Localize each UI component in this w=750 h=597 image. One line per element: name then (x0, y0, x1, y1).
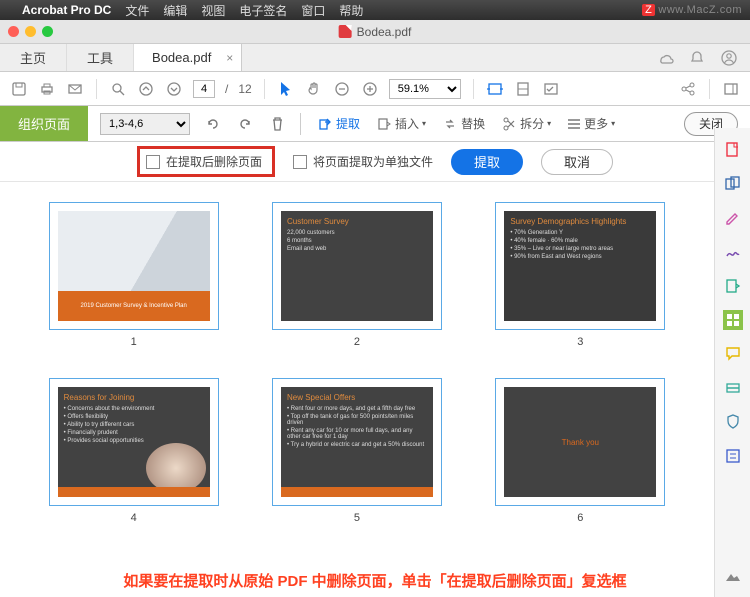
page-down-icon[interactable] (165, 80, 183, 98)
mac-menubar: Acrobat Pro DC 文件 编辑 视图 电子签名 窗口 帮助 Zwww.… (0, 0, 750, 20)
page-range-select[interactable]: 1,3-4,6 (100, 113, 190, 135)
page-number-label: 1 (131, 336, 137, 348)
print-icon[interactable] (38, 80, 56, 98)
comment-icon[interactable] (723, 344, 743, 364)
menu-esign[interactable]: 电子签名 (239, 2, 287, 19)
read-mode-icon[interactable] (542, 80, 560, 98)
page-number-input[interactable] (193, 80, 215, 98)
pdf-file-icon (339, 25, 352, 38)
panel-toggle-icon[interactable] (722, 80, 740, 98)
tab-row: 主页 工具 Bodea.pdf × (0, 44, 750, 72)
extract-options-row: 在提取后删除页面 将页面提取为单独文件 提取 取消 (0, 142, 750, 182)
watermark: Zwww.MacZ.com (642, 4, 742, 16)
page-number-label: 5 (354, 512, 360, 524)
page-number-label: 4 (131, 512, 137, 524)
window-titlebar: Bodea.pdf (0, 20, 750, 44)
organize-pages-icon[interactable] (723, 310, 743, 330)
search-icon[interactable] (109, 80, 127, 98)
tab-home[interactable]: 主页 (0, 44, 67, 71)
replace-action[interactable]: 替换 (436, 113, 491, 134)
delete-after-extract-option[interactable]: 在提取后删除页面 (137, 146, 275, 177)
export-pdf-icon[interactable] (723, 276, 743, 296)
share-icon[interactable] (679, 80, 697, 98)
tab-close-icon[interactable]: × (226, 51, 233, 65)
email-icon[interactable] (66, 80, 84, 98)
window-zoom-icon[interactable] (42, 26, 53, 37)
edit-pdf-icon[interactable] (723, 208, 743, 228)
window-minimize-icon[interactable] (25, 26, 36, 37)
menu-edit[interactable]: 编辑 (163, 2, 187, 19)
menu-window[interactable]: 窗口 (301, 2, 325, 19)
window-close-icon[interactable] (8, 26, 19, 37)
menu-file[interactable]: 文件 (125, 2, 149, 19)
hand-tool-icon[interactable] (305, 80, 323, 98)
page-sep: / (225, 82, 228, 96)
user-account-icon[interactable] (720, 49, 738, 67)
page-thumbnail[interactable]: Customer Survey22,000 customers6 monthsE… (263, 202, 450, 348)
document-title: Bodea.pdf (357, 25, 412, 39)
cloud-sync-icon[interactable] (656, 49, 674, 67)
page-thumbnail[interactable]: Thank you 6 (487, 378, 674, 524)
cancel-button[interactable]: 取消 (541, 149, 613, 175)
rotate-left-icon[interactable] (204, 115, 222, 133)
rotate-right-icon[interactable] (236, 115, 254, 133)
extract-action[interactable]: 提取 (311, 113, 366, 134)
pointer-tool-icon[interactable] (277, 80, 295, 98)
separate-files-option[interactable]: 将页面提取为单独文件 (293, 153, 433, 170)
combine-files-icon[interactable] (723, 174, 743, 194)
delete-after-extract-label: 在提取后删除页面 (166, 153, 262, 170)
more-tools-icon[interactable] (723, 567, 743, 587)
separate-files-checkbox[interactable] (293, 155, 307, 169)
right-tools-rail (714, 128, 750, 597)
separate-files-label: 将页面提取为单独文件 (313, 153, 433, 170)
scan-ocr-icon[interactable] (723, 378, 743, 398)
page-thumbnail[interactable]: Reasons for Joining• Concerns about the … (40, 378, 227, 524)
delete-page-icon[interactable] (268, 115, 286, 133)
organize-pages-bar: 组织页面 1,3-4,6 提取 插入▾ 替换 拆分▾ 更多▾ 关闭 (0, 106, 750, 142)
save-icon[interactable] (10, 80, 28, 98)
page-number-label: 2 (354, 336, 360, 348)
tab-document-label: Bodea.pdf (152, 50, 211, 65)
page-up-icon[interactable] (137, 80, 155, 98)
menu-view[interactable]: 视图 (201, 2, 225, 19)
menu-help[interactable]: 帮助 (339, 2, 363, 19)
split-action[interactable]: 拆分▾ (495, 113, 557, 134)
more-action[interactable]: 更多▾ (561, 113, 621, 134)
page-thumbnail[interactable]: 2019 Customer Survey & Incentive Plan 1 (40, 202, 227, 348)
sign-icon[interactable] (723, 242, 743, 262)
page-number-label: 6 (577, 512, 583, 524)
page-thumbnail[interactable]: New Special Offers• Rent four or more da… (263, 378, 450, 524)
protect-icon[interactable] (723, 412, 743, 432)
create-pdf-icon[interactable] (723, 140, 743, 160)
zoom-in-icon[interactable] (361, 80, 379, 98)
insert-action[interactable]: 插入▾ (370, 113, 432, 134)
extract-button[interactable]: 提取 (451, 149, 523, 175)
forms-icon[interactable] (723, 446, 743, 466)
organize-pages-title: 组织页面 (0, 106, 88, 141)
app-name[interactable]: Acrobat Pro DC (22, 3, 111, 17)
tab-tools[interactable]: 工具 (67, 44, 134, 71)
tab-document[interactable]: Bodea.pdf × (134, 44, 242, 71)
delete-after-extract-checkbox[interactable] (146, 155, 160, 169)
tutorial-caption: 如果要在提取时从原始 PDF 中删除页面，单击「在提取后删除页面」复选框 (123, 570, 626, 591)
thumbnails-area[interactable]: 2019 Customer Survey & Incentive Plan 1 … (0, 182, 714, 597)
page-total: 12 (238, 82, 251, 96)
zoom-select[interactable]: 59.1% (389, 79, 461, 99)
page-display-icon[interactable] (514, 80, 532, 98)
fit-width-icon[interactable] (486, 80, 504, 98)
main-toolbar: / 12 59.1% (0, 72, 750, 106)
page-number-label: 3 (577, 336, 583, 348)
zoom-out-icon[interactable] (333, 80, 351, 98)
notification-bell-icon[interactable] (688, 49, 706, 67)
page-thumbnail[interactable]: Survey Demographics Highlights• 70% Gene… (487, 202, 674, 348)
